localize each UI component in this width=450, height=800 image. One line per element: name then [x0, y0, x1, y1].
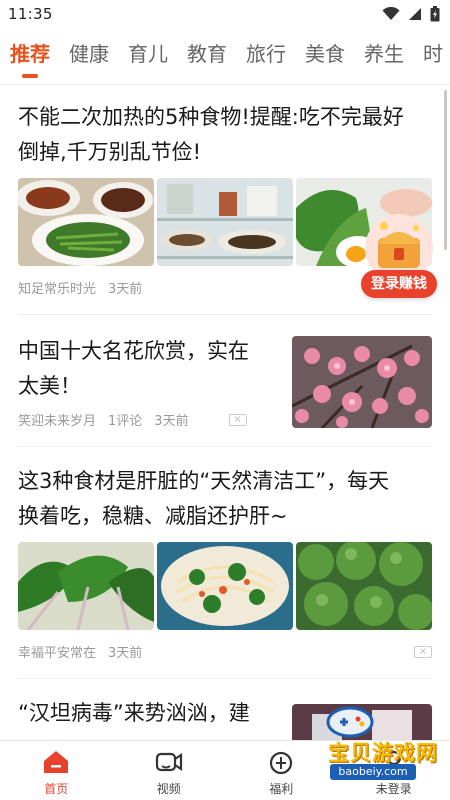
article-time: 3天前 — [108, 646, 143, 661]
article-item[interactable]: 这3种食材是肝脏的“天然清洁工”，每天 换着吃，稳糖、减脂还护肝~ 幸福平安常在… — [18, 464, 432, 661]
nav-home-label: 首页 — [44, 782, 69, 796]
article-time: 3天前 — [154, 414, 189, 429]
category-tabs: 推荐 健康 育儿 教育 旅行 美食 养生 时 — [0, 30, 450, 82]
article-title-line: “汉坦病毒”来势汹汹，建 — [18, 701, 250, 725]
tabs-divider — [0, 84, 450, 85]
tab-food[interactable]: 美食 — [305, 30, 345, 82]
tab-recommend[interactable]: 推荐 — [10, 30, 50, 82]
article-image-row — [18, 542, 432, 630]
signal-icon — [409, 8, 421, 20]
video-icon — [155, 752, 182, 772]
article-divider — [18, 314, 432, 315]
article-title: 不能二次加热的5种食物!提醒:吃不完最好 倒掉,千万别乱节俭! — [18, 100, 432, 170]
article-item[interactable]: 中国十大名花欣赏，实在 太美！ 笑迎未来岁月 1评论 3天前 × — [18, 334, 432, 429]
article-image-food-plates — [18, 178, 154, 266]
tab-parenting[interactable]: 育儿 — [128, 30, 168, 82]
article-image-fridge — [157, 178, 293, 266]
nav-video-label: 视频 — [156, 782, 181, 796]
tab-more-partial[interactable]: 时 — [423, 30, 443, 82]
article-divider — [18, 678, 432, 679]
status-bar: 11:35 — [0, 0, 450, 28]
article-title: “汉坦病毒”来势汹汹，建 — [18, 696, 278, 731]
watermark-text: 宝贝游戏网 — [328, 741, 438, 765]
dismiss-icon[interactable]: × — [414, 645, 432, 658]
article-source: 幸福平安常在 — [18, 646, 97, 661]
tab-travel[interactable]: 旅行 — [246, 30, 286, 82]
watermark-url: baobeiy.com — [330, 764, 416, 780]
article-title: 这3种食材是肝脏的“天然清洁工”，每天 换着吃，稳糖、减脂还护肝~ — [18, 464, 432, 534]
home-icon — [44, 751, 69, 773]
dismiss-icon[interactable]: × — [228, 413, 247, 426]
status-time: 11:35 — [8, 5, 53, 23]
wifi-icon — [382, 7, 400, 20]
article-image-plum-blossom — [292, 336, 432, 428]
feed-scrollbar[interactable] — [444, 90, 447, 250]
article-title-line: 这3种食材是肝脏的“天然清洁工”，每天 — [18, 469, 390, 493]
article-title-line: 倒掉,千万别乱节俭! — [18, 140, 202, 164]
article-image-noodles — [157, 542, 293, 630]
nav-video[interactable]: 视频 — [113, 741, 226, 800]
article-image-broccoli — [296, 542, 432, 630]
tab-education[interactable]: 教育 — [187, 30, 227, 82]
article-time: 3天前 — [108, 282, 143, 297]
article-title-line: 不能二次加热的5种食物!提醒:吃不完最好 — [18, 105, 404, 129]
tab-wellness[interactable]: 养生 — [364, 30, 404, 82]
article-title: 中国十大名花欣赏，实在 太美！ — [18, 334, 278, 404]
login-earn-button[interactable]: 登录赚钱 — [361, 270, 437, 298]
article-title-line: 太美！ — [18, 374, 81, 398]
tab-health[interactable]: 健康 — [69, 30, 109, 82]
article-comments: 1评论 — [108, 414, 143, 429]
article-divider — [18, 446, 432, 447]
article-image-spinach — [18, 542, 154, 630]
article-source: 笑迎未来岁月 — [18, 414, 97, 429]
status-icons — [382, 6, 440, 22]
article-meta: 幸福平安常在 3天前 × — [18, 642, 432, 661]
nav-home[interactable]: 首页 — [0, 741, 113, 800]
article-source: 知足常乐时光 — [18, 282, 97, 297]
article-title-line: 中国十大名花欣赏，实在 — [18, 339, 249, 363]
battery-icon — [430, 6, 440, 22]
article-title-line: 换着吃，稳糖、减脂还护肝~ — [18, 504, 288, 528]
